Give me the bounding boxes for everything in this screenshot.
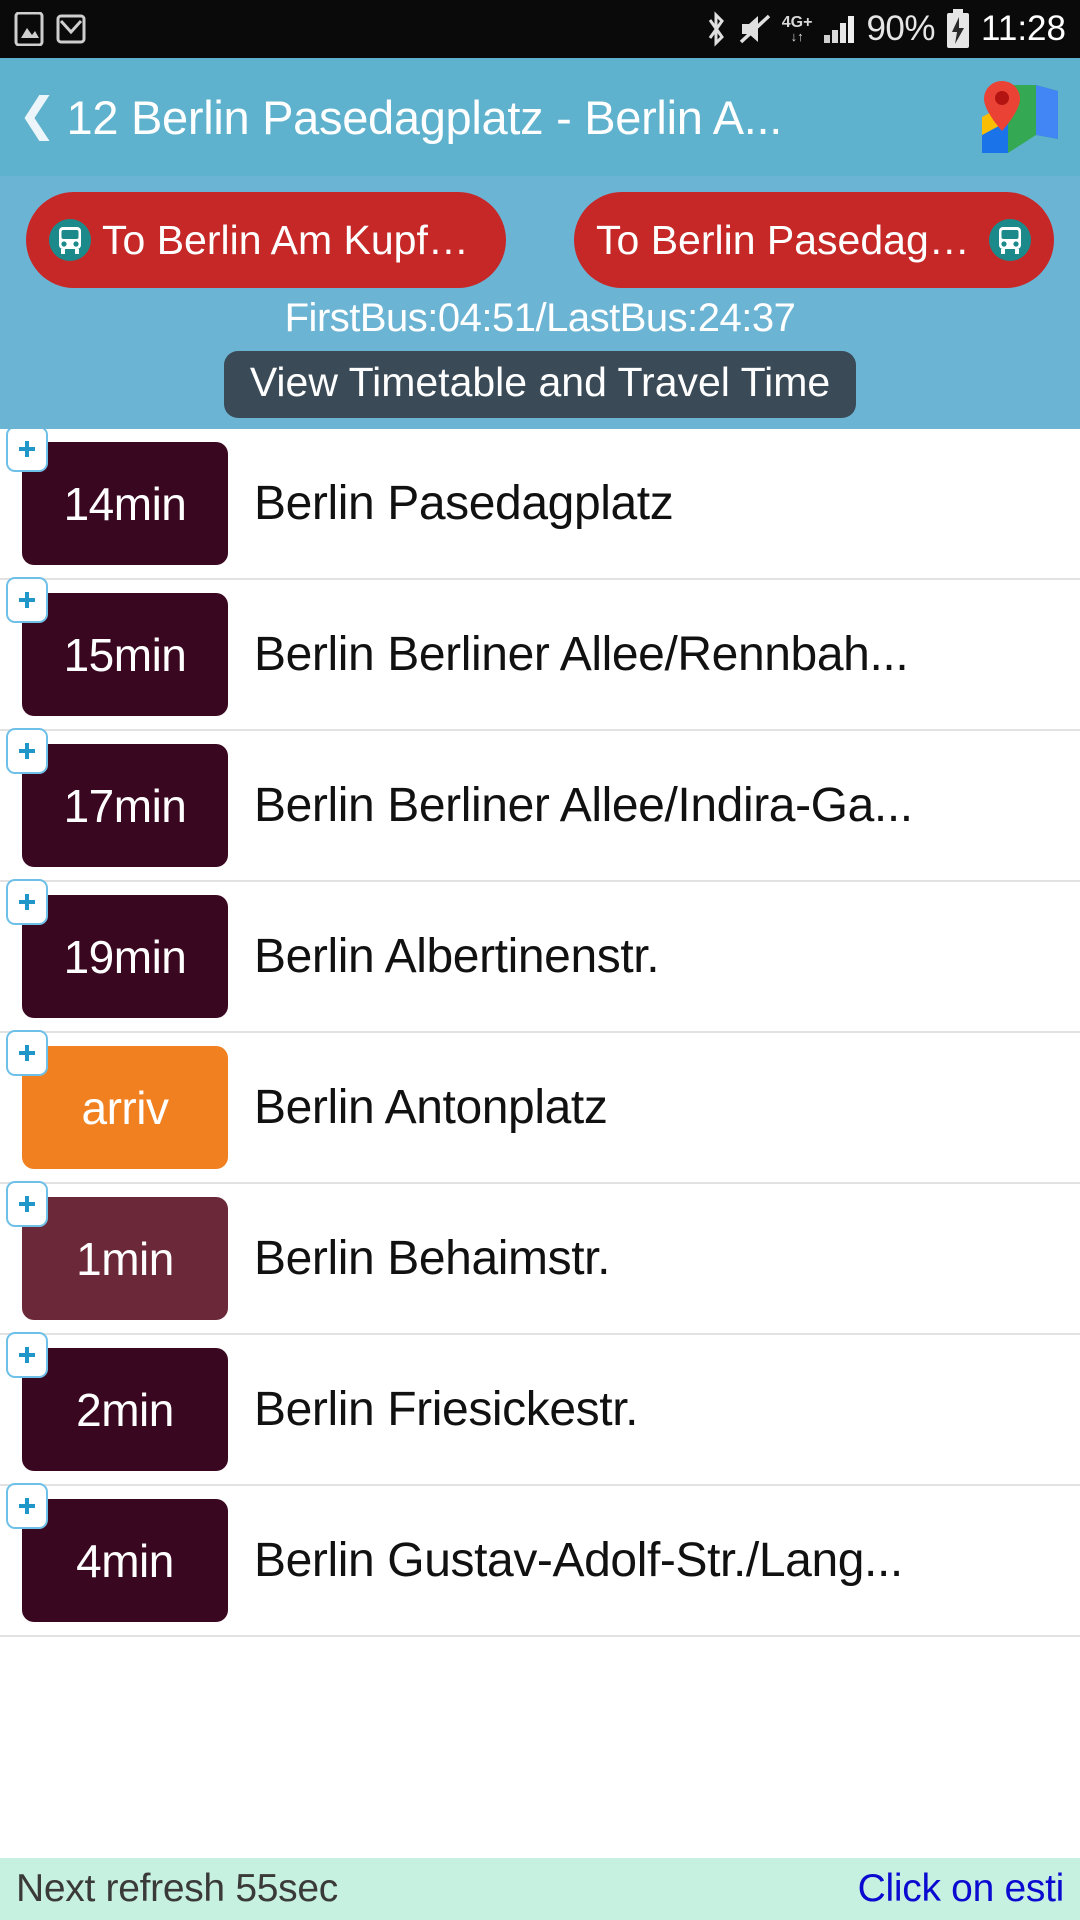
eta-badge[interactable]: 14min bbox=[22, 442, 228, 565]
plus-icon[interactable] bbox=[6, 1332, 48, 1378]
clock-label: 11:28 bbox=[981, 9, 1066, 48]
direction-left-label: To Berlin Am Kupferg... bbox=[102, 216, 484, 263]
stop-name-label: Berlin Berliner Allee/Rennbah... bbox=[254, 628, 909, 681]
eta-badge-wrap: 15min bbox=[6, 577, 228, 716]
plus-icon[interactable] bbox=[6, 879, 48, 925]
eta-badge-wrap: 14min bbox=[6, 429, 228, 565]
stop-name-label: Berlin Friesickestr. bbox=[254, 1383, 639, 1436]
mute-icon bbox=[738, 12, 772, 46]
gallery-icon bbox=[14, 12, 44, 46]
eta-badge[interactable]: 19min bbox=[22, 895, 228, 1018]
bus-icon bbox=[988, 218, 1032, 262]
back-icon[interactable]: ❮ bbox=[14, 91, 67, 143]
next-refresh-label: Next refresh 55sec bbox=[16, 1867, 338, 1910]
status-bar-left-icons bbox=[14, 12, 86, 46]
plus-icon[interactable] bbox=[6, 1483, 48, 1529]
plus-icon[interactable] bbox=[6, 1030, 48, 1076]
eta-badge[interactable]: 17min bbox=[22, 744, 228, 867]
stop-name-label: Berlin Behaimstr. bbox=[254, 1232, 611, 1285]
estimation-hint-link[interactable]: Click on esti bbox=[858, 1867, 1064, 1911]
eta-badge[interactable]: 2min bbox=[22, 1348, 228, 1471]
signal-icon bbox=[822, 13, 856, 45]
table-row[interactable]: arriv Berlin Antonplatz bbox=[0, 1030, 1080, 1184]
table-row[interactable]: 1min Berlin Behaimstr. bbox=[0, 1181, 1080, 1335]
plus-icon[interactable] bbox=[6, 577, 48, 623]
data-arrows-icon: ↓↑ bbox=[790, 29, 804, 44]
google-maps-icon[interactable] bbox=[978, 77, 1062, 157]
plus-icon[interactable] bbox=[6, 429, 48, 472]
eta-badge[interactable]: arriv bbox=[22, 1046, 228, 1169]
plus-icon[interactable] bbox=[6, 728, 48, 774]
app-root: 4G+ ↓↑ 90% 11:28 ❮ 12 Berlin Pasedagplat… bbox=[0, 0, 1080, 1920]
stop-name-label: Berlin Pasedagplatz bbox=[254, 477, 674, 530]
eta-badge[interactable]: 15min bbox=[22, 593, 228, 716]
stop-name-label: Berlin Berliner Allee/Indira-Ga... bbox=[254, 779, 913, 832]
table-row[interactable]: 14min Berlin Pasedagplatz bbox=[0, 429, 1080, 580]
plus-icon[interactable] bbox=[6, 1181, 48, 1227]
eta-badge-wrap: 4min bbox=[6, 1483, 228, 1622]
direction-right-label: To Berlin Pasedagplatz bbox=[596, 216, 978, 263]
eta-badge[interactable]: 4min bbox=[22, 1499, 228, 1622]
stop-name-label: Berlin Albertinenstr. bbox=[254, 930, 660, 983]
direction-button-left[interactable]: To Berlin Am Kupferg... bbox=[26, 192, 506, 288]
table-row[interactable]: 15min Berlin Berliner Allee/Rennbah... bbox=[0, 577, 1080, 731]
view-timetable-button[interactable]: View Timetable and Travel Time bbox=[223, 351, 857, 419]
page-title: 12 Berlin Pasedagplatz - Berlin A... bbox=[66, 90, 783, 144]
eta-badge-wrap: 1min bbox=[6, 1181, 228, 1320]
title-bar: ❮ 12 Berlin Pasedagplatz - Berlin A... bbox=[0, 58, 1080, 176]
eta-badge-wrap: arriv bbox=[6, 1030, 228, 1169]
stop-list[interactable]: 14min Berlin Pasedagplatz 15min Berlin Berl… bbox=[0, 429, 1080, 1920]
eta-badge[interactable]: 1min bbox=[22, 1197, 228, 1320]
direction-buttons-row: To Berlin Am Kupferg... To Berlin Paseda… bbox=[0, 192, 1080, 288]
battery-percent-label: 90% bbox=[866, 9, 935, 48]
eta-badge-wrap: 2min bbox=[6, 1332, 228, 1471]
table-row[interactable]: 19min Berlin Albertinenstr. bbox=[0, 879, 1080, 1033]
bluetooth-icon bbox=[704, 10, 728, 48]
status-bar-right-icons: 4G+ ↓↑ 90% 11:28 bbox=[704, 9, 1066, 49]
network-4gplus-icon: 4G+ ↓↑ bbox=[782, 15, 813, 44]
footer-bar: Next refresh 55sec Click on esti bbox=[0, 1858, 1080, 1920]
direction-button-right[interactable]: To Berlin Pasedagplatz bbox=[574, 192, 1054, 288]
direction-panel: To Berlin Am Kupferg... To Berlin Paseda… bbox=[0, 176, 1080, 429]
stop-name-label: Berlin Gustav-Adolf-Str./Lang... bbox=[254, 1534, 903, 1587]
stop-name-label: Berlin Antonplatz bbox=[254, 1081, 608, 1134]
battery-charging-icon bbox=[945, 9, 971, 49]
table-row[interactable]: 17min Berlin Berliner Allee/Indira-Ga... bbox=[0, 728, 1080, 882]
bus-icon bbox=[48, 218, 92, 262]
status-bar: 4G+ ↓↑ 90% 11:28 bbox=[0, 0, 1080, 58]
table-row[interactable]: 4min Berlin Gustav-Adolf-Str./Lang... bbox=[0, 1483, 1080, 1637]
gmail-icon bbox=[56, 13, 86, 45]
eta-badge-wrap: 17min bbox=[6, 728, 228, 867]
table-row[interactable]: 2min Berlin Friesickestr. bbox=[0, 1332, 1080, 1486]
first-last-bus-label: FirstBus:04:51/LastBus:24:37 bbox=[284, 296, 796, 340]
eta-badge-wrap: 19min bbox=[6, 879, 228, 1018]
